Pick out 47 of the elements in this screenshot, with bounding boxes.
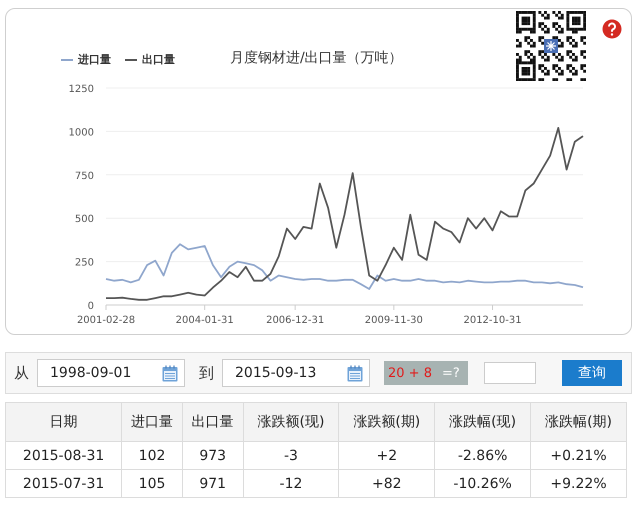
end-date-field[interactable]: 2015-09-13 [222, 359, 370, 387]
y-axis-label: 250 [74, 258, 94, 269]
calendar-icon[interactable] [347, 364, 363, 382]
table-cell: -10.26% [434, 470, 531, 498]
table-cell: 2015-07-31 [6, 470, 122, 498]
captcha-input[interactable] [484, 362, 536, 384]
qr-code-icon [516, 11, 586, 81]
table-cell: -3 [243, 442, 339, 470]
column-header: 出口量 [182, 402, 244, 442]
x-axis-label: 2004-01-31 [176, 315, 234, 326]
table-cell: +0.21% [530, 442, 626, 470]
table-cell: +82 [338, 470, 435, 498]
column-header: 涨跌幅(现) [434, 402, 531, 442]
captcha-suffix: =? [442, 366, 460, 380]
table-cell: -12 [243, 470, 339, 498]
from-label: 从 [14, 364, 29, 382]
column-header: 日期 [6, 402, 122, 442]
calendar-icon[interactable] [162, 364, 178, 382]
to-label: 到 [199, 364, 214, 382]
start-date-field[interactable]: 1998-09-01 [37, 359, 185, 387]
table-cell: +2 [338, 442, 435, 470]
table-cell: 973 [182, 442, 244, 470]
y-axis-label: 500 [74, 214, 94, 226]
table-cell: +9.22% [530, 470, 626, 498]
x-axis-label: 2006-12-31 [266, 315, 324, 326]
query-button[interactable]: 查询 [562, 360, 622, 386]
help-icon[interactable] [602, 19, 622, 39]
chart-title: 月度钢材进/出口量（万吨） [230, 49, 403, 67]
column-header: 涨跌额(现) [243, 402, 339, 442]
x-axis-label: 2009-11-30 [364, 315, 423, 326]
table-cell: 105 [122, 470, 182, 498]
column-header: 涨跌幅(期) [530, 402, 626, 442]
column-header: 进口量 [122, 402, 182, 442]
legend-label: 出口量 [142, 52, 175, 67]
table-cell: -2.86% [434, 442, 531, 470]
y-axis-label: 0 [88, 301, 94, 312]
table-cell: 971 [182, 470, 244, 498]
y-axis-label: 1000 [68, 127, 94, 138]
captcha-question: 20 + 8 [388, 366, 432, 380]
x-axis-label: 2001-02-28 [76, 315, 136, 326]
x-axis-label: 2012-10-31 [463, 315, 522, 326]
column-header: 涨跌额(期) [338, 402, 435, 442]
table-cell: 2015-08-31 [6, 442, 122, 470]
y-axis-label: 1250 [68, 84, 94, 95]
y-axis-label: 750 [74, 170, 94, 182]
legend-label: 进口量 [78, 52, 111, 67]
table-cell: 102 [122, 442, 182, 470]
